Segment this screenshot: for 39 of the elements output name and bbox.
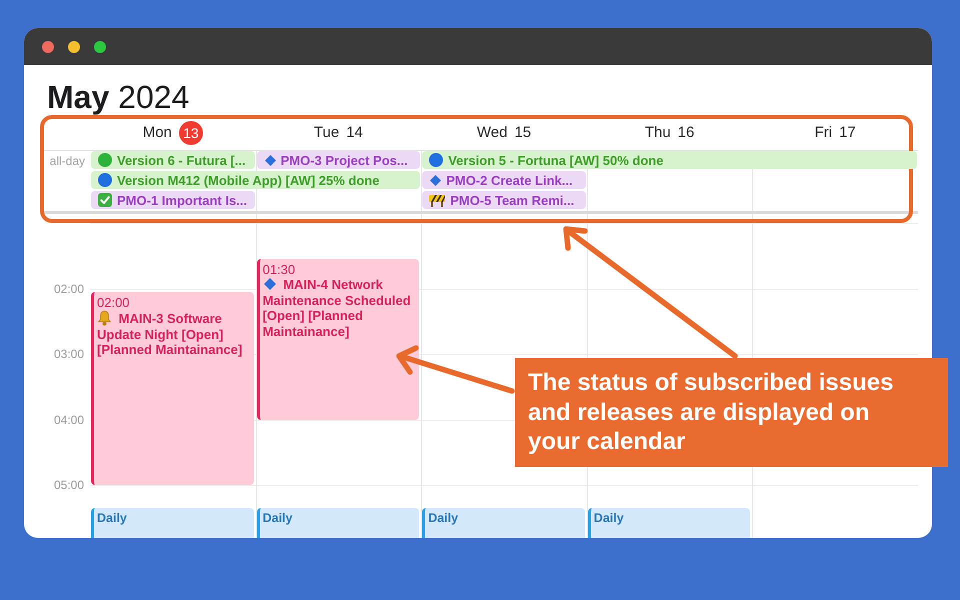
day-date: 16	[678, 124, 694, 141]
day-name: Tue	[314, 124, 340, 141]
zoom-button[interactable]	[94, 40, 106, 52]
diamond-icon	[264, 278, 276, 290]
day-name: Fri	[814, 124, 832, 141]
calendar-event[interactable]: 02:00 MAIN-3 Software Update Night [Open] [Planned Maintainance]	[91, 292, 254, 486]
calendar-event[interactable]: Daily	[256, 508, 420, 538]
construction-barrier-icon	[429, 194, 446, 206]
hour-label: 03:00	[54, 347, 84, 362]
today-badge: 13	[178, 120, 203, 144]
all-day-event[interactable]: PMO-2 Create Link...	[422, 171, 586, 189]
all-day-event[interactable]: PMO-3 Project Pos...	[256, 151, 420, 169]
hour-label: 04:00	[54, 412, 84, 427]
hour-label: 05:00	[54, 478, 84, 492]
hour-label: 02:00	[54, 282, 84, 296]
diamond-icon	[264, 154, 276, 166]
all-day-label: all-day	[48, 154, 86, 168]
day-date: 17	[839, 124, 856, 141]
minimize-button[interactable]	[68, 40, 80, 52]
day-name: Mon	[142, 124, 172, 141]
close-button[interactable]	[42, 40, 54, 52]
all-day-event[interactable]: PMO-1 Important Is...	[91, 191, 255, 209]
all-day-event[interactable]: Version M412 (Mobile App) [AW] 25% done	[91, 171, 420, 189]
all-day-event[interactable]: PMO-5 Team Remi...	[422, 191, 586, 209]
day-date: 15	[514, 124, 532, 141]
diamond-icon	[430, 174, 442, 186]
all-day-event[interactable]: Version 6 - Futura [...	[91, 151, 255, 169]
calendar-event[interactable]: Daily	[588, 508, 750, 538]
annotation-callout: The status of subscribed issues and releases are displayed on your calendar	[515, 358, 948, 467]
checkbox-icon	[98, 193, 112, 207]
calendar-event[interactable]: Daily	[91, 508, 254, 538]
bell-icon	[97, 310, 112, 326]
calendar-event[interactable]: 01:30 MAIN-4 Network Maintenance Scheduled [Open] [Planned Maintainance]	[256, 258, 420, 420]
calendar-event[interactable]: Daily	[422, 508, 585, 538]
day-date: 14	[346, 124, 363, 141]
day-name: Wed	[476, 124, 508, 141]
day-name: Thu	[644, 124, 671, 141]
all-day-event[interactable]: Version 5 - Fortuna [AW] 50% done	[422, 151, 917, 169]
month-title: May 2024	[47, 79, 190, 115]
